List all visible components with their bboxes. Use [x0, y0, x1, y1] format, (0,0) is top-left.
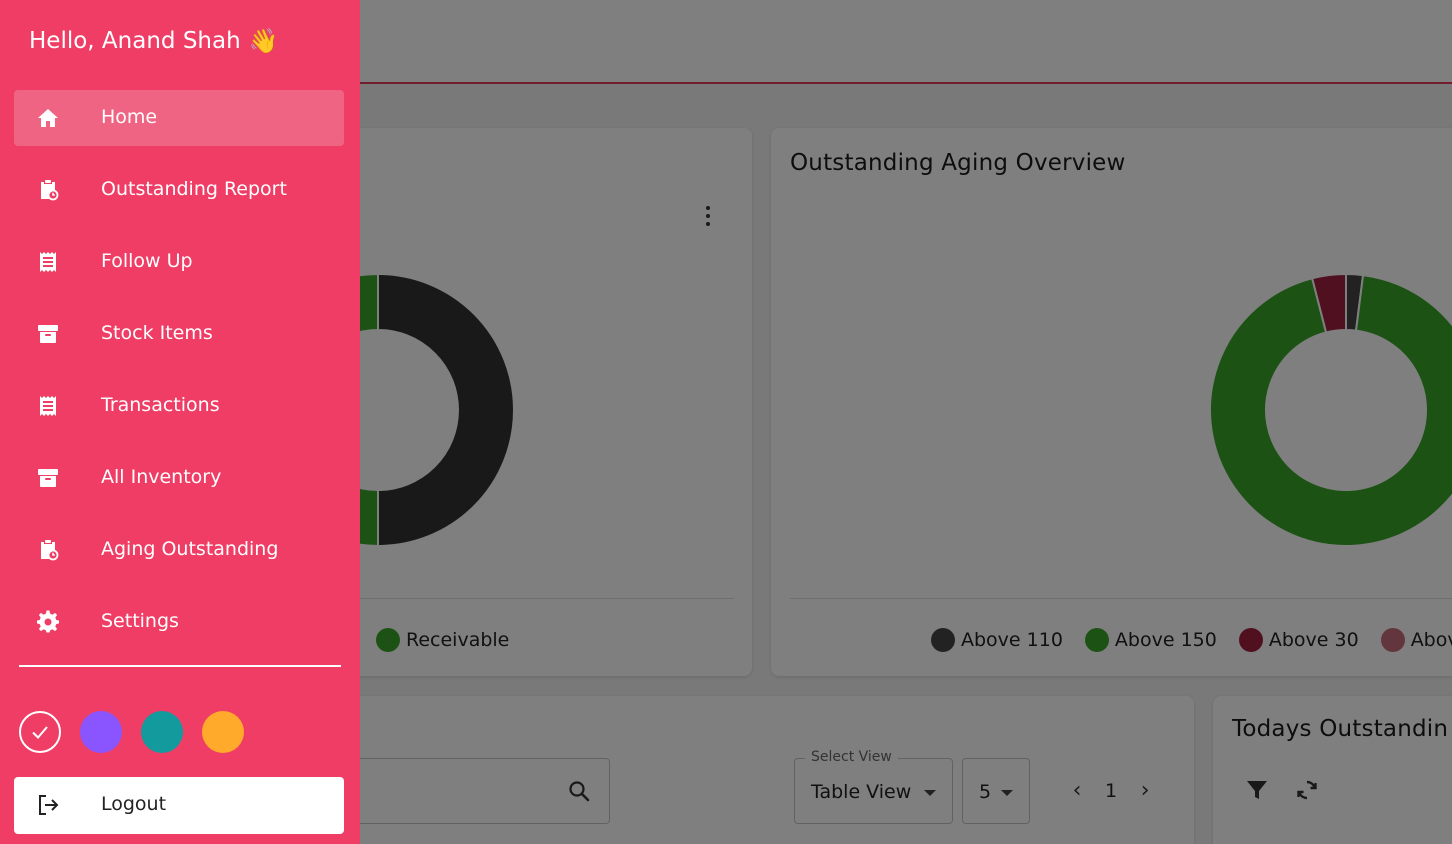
nav-menu: Home Outstanding Report Follow Up Stock Ite…: [14, 90, 344, 666]
nav-item-label: Follow Up: [101, 250, 193, 272]
waving-hand-icon: 👋: [248, 27, 279, 55]
nav-item-aging-outstanding[interactable]: Aging Outstanding: [14, 522, 344, 578]
nav-item-transactions[interactable]: Transactions: [14, 378, 344, 434]
nav-item-label: Stock Items: [101, 322, 213, 344]
receipt-icon: [40, 252, 56, 272]
nav-item-home[interactable]: Home: [14, 90, 344, 146]
theme-swatch-teal[interactable]: [141, 711, 183, 753]
theme-swatch-purple[interactable]: [80, 711, 122, 753]
greeting-text: Hello, Anand Shah: [29, 28, 241, 54]
theme-swatches: [19, 711, 244, 753]
drawer-divider: [19, 665, 341, 667]
gear-icon: [37, 610, 59, 633]
navigation-drawer: Hello, Anand Shah 👋 Home Outstanding Repo…: [0, 0, 360, 844]
receipt-icon: [40, 396, 56, 416]
theme-swatch-pink[interactable]: [19, 711, 61, 753]
logout-icon: [39, 795, 59, 815]
logout-button[interactable]: Logout: [14, 777, 344, 834]
home-icon: [38, 109, 58, 127]
greeting: Hello, Anand Shah 👋: [29, 27, 279, 55]
theme-swatch-orange[interactable]: [202, 711, 244, 753]
clipboard-clock-icon: [41, 540, 59, 561]
check-icon: [32, 726, 48, 739]
nav-item-label: Home: [101, 106, 158, 128]
nav-item-label: Aging Outstanding: [101, 538, 279, 560]
archive-box-icon: [38, 325, 58, 343]
nav-item-label: All Inventory: [101, 466, 222, 488]
nav-item-settings[interactable]: Settings: [14, 594, 344, 650]
nav-item-follow-up[interactable]: Follow Up: [14, 234, 344, 290]
nav-item-stock-items[interactable]: Stock Items: [14, 306, 344, 362]
nav-item-label: Settings: [101, 610, 179, 632]
nav-item-outstanding-report[interactable]: Outstanding Report: [14, 162, 344, 218]
nav-item-all-inventory[interactable]: All Inventory: [14, 450, 344, 506]
nav-item-label: Outstanding Report: [101, 178, 287, 200]
nav-item-label: Transactions: [101, 394, 220, 416]
clipboard-clock-icon: [41, 180, 59, 201]
logout-label: Logout: [101, 793, 167, 815]
archive-box-icon: [38, 469, 58, 487]
